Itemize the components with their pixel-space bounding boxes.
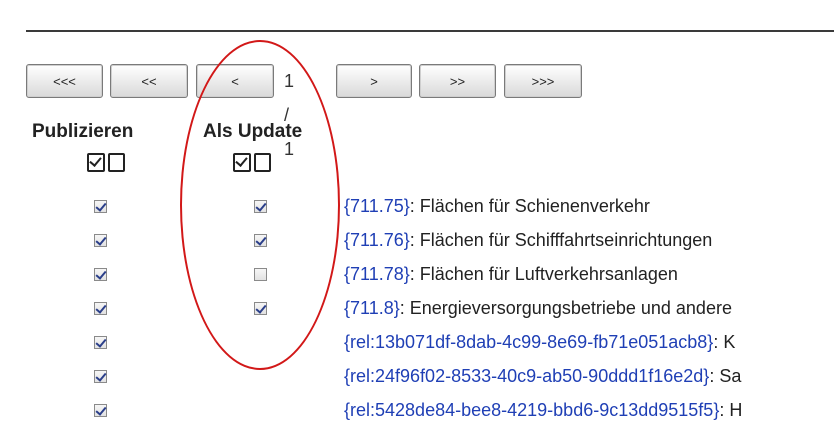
annotation-ellipse bbox=[180, 40, 340, 370]
item-key-link[interactable]: {711.78} bbox=[344, 264, 410, 284]
publish-checkbox[interactable] bbox=[94, 404, 107, 417]
publish-bulk-toggles bbox=[86, 152, 125, 178]
list-item: {711.8}: Energieversorgungsbetriebe und … bbox=[344, 298, 732, 319]
list-item: {711.76}: Flächen für Schifffahrtseinric… bbox=[344, 230, 712, 251]
publish-checkbox[interactable] bbox=[94, 200, 107, 213]
publish-checkbox[interactable] bbox=[94, 234, 107, 247]
item-label: : Flächen für Schifffahrtseinrichtungen bbox=[409, 230, 713, 250]
publish-checkbox[interactable] bbox=[94, 302, 107, 315]
last-page-button[interactable]: >>> bbox=[504, 64, 582, 98]
publish-column-header: Publizieren bbox=[32, 121, 134, 142]
item-label: : Flächen für Schienenverkehr bbox=[409, 196, 650, 216]
item-label: : Flächen für Luftverkehrsanlagen bbox=[409, 264, 678, 284]
item-key-link[interactable]: {rel:24f96f02-8533-40c9-ab50-90ddd1f16e2… bbox=[344, 366, 709, 386]
item-key-link[interactable]: {rel:5428de84-bee8-4219-bbd6-9c13dd9515f… bbox=[344, 400, 719, 420]
top-divider bbox=[26, 30, 834, 32]
next-block-button[interactable]: >> bbox=[419, 64, 496, 98]
item-key-link[interactable]: {rel:13b071df-8dab-4c99-8e69-fb71e051acb… bbox=[344, 332, 713, 352]
item-key-link[interactable]: {711.8} bbox=[344, 298, 400, 318]
item-key-link[interactable]: {711.75} bbox=[344, 196, 410, 216]
item-label: : K bbox=[713, 332, 736, 352]
next-page-button[interactable]: > bbox=[336, 64, 412, 98]
publish-checkbox[interactable] bbox=[94, 336, 107, 349]
previous-block-button[interactable]: << bbox=[110, 64, 188, 98]
list-item: {711.75}: Flächen für Schienenverkehr bbox=[344, 196, 650, 217]
publish-checkbox[interactable] bbox=[94, 268, 107, 281]
list-item: {711.78}: Flächen für Luftverkehrsanlage… bbox=[344, 264, 678, 285]
list-item: {rel:24f96f02-8533-40c9-ab50-90ddd1f16e2… bbox=[344, 366, 741, 387]
select-none-icon[interactable] bbox=[104, 152, 125, 172]
list-item: {rel:5428de84-bee8-4219-bbd6-9c13dd9515f… bbox=[344, 400, 742, 421]
item-key-link[interactable]: {711.76} bbox=[344, 230, 410, 250]
item-label: : Energieversorgungsbetriebe und andere bbox=[399, 298, 732, 318]
publish-checkbox[interactable] bbox=[94, 370, 107, 383]
list-item: {rel:13b071df-8dab-4c99-8e69-fb71e051acb… bbox=[344, 332, 735, 353]
select-all-icon[interactable] bbox=[86, 152, 105, 172]
item-label: : Sa bbox=[709, 366, 742, 386]
first-page-button[interactable]: <<< bbox=[26, 64, 103, 98]
item-label: : H bbox=[719, 400, 743, 420]
